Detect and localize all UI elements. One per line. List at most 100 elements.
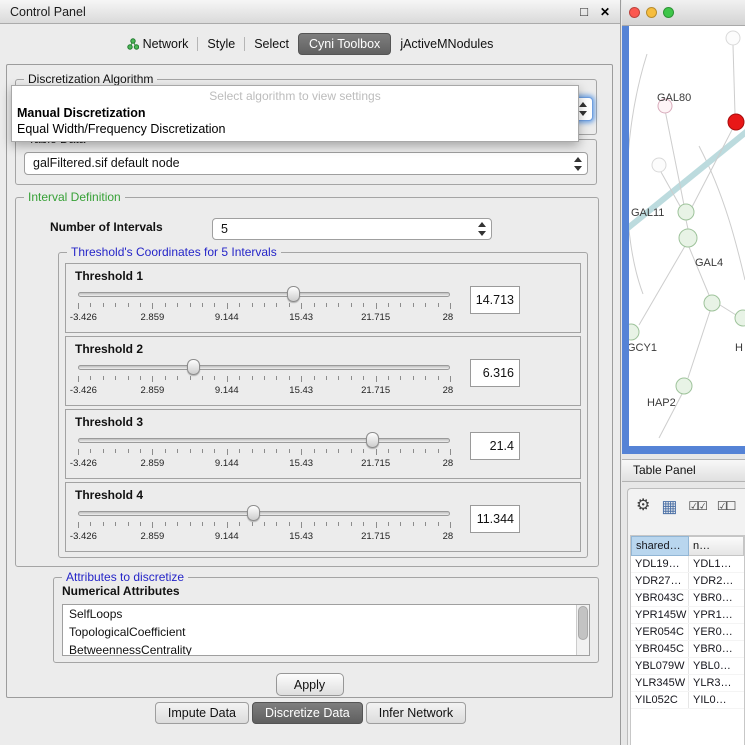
threshold-slider[interactable]: -3.4262.8599.14415.4321.71528 bbox=[72, 284, 464, 328]
network-edge[interactable] bbox=[639, 246, 685, 325]
table-row[interactable]: YDR27…YDR2… bbox=[631, 573, 744, 590]
dropdown-placeholder-option[interactable]: Select algorithm to view settings bbox=[12, 86, 578, 105]
interval-definition-title: Interval Definition bbox=[24, 190, 125, 204]
tab-impute-data[interactable]: Impute Data bbox=[155, 702, 249, 724]
numerical-attributes-list[interactable]: SelfLoopsTopologicalCoefficientBetweenne… bbox=[62, 604, 590, 656]
network-node[interactable] bbox=[726, 31, 740, 45]
apply-button[interactable]: Apply bbox=[276, 673, 344, 696]
network-node-label: HAP2 bbox=[647, 397, 676, 409]
columns-icon[interactable]: ▦ bbox=[661, 498, 677, 515]
table-row[interactable]: YER054CYER0… bbox=[631, 624, 744, 641]
scrollbar[interactable] bbox=[576, 605, 589, 655]
network-edge[interactable] bbox=[689, 247, 709, 295]
threshold-panel: Threshold 2 -3.4262.8599.14415.4321.7152… bbox=[65, 336, 581, 406]
attribute-list-item[interactable]: TopologicalCoefficient bbox=[63, 623, 589, 641]
slider-thumb-icon[interactable] bbox=[247, 505, 260, 521]
tab-separator bbox=[244, 37, 245, 51]
tab-cyni-toolbox[interactable]: Cyni Toolbox bbox=[298, 33, 391, 55]
slider-thumb-icon[interactable] bbox=[287, 286, 300, 302]
threshold-slider[interactable]: -3.4262.8599.14415.4321.71528 bbox=[72, 503, 464, 547]
network-node-label: GAL4 bbox=[695, 257, 723, 269]
table-row[interactable]: YPR145WYPR1… bbox=[631, 607, 744, 624]
network-node-label: H bbox=[735, 342, 743, 354]
attribute-list-item[interactable]: SelfLoops bbox=[63, 605, 589, 623]
threshold-value-box[interactable]: 14.713 bbox=[470, 286, 520, 314]
network-edge[interactable] bbox=[692, 126, 734, 207]
threshold-slider[interactable]: -3.4262.8599.14415.4321.71528 bbox=[72, 357, 464, 401]
cell-name: YBL0… bbox=[689, 658, 744, 674]
network-edge[interactable] bbox=[733, 45, 735, 114]
attribute-list-item[interactable]: BetweennessCentrality bbox=[63, 641, 589, 656]
cyni-bottom-tabbar: Impute DataDiscretize DataInfer Network bbox=[0, 702, 621, 724]
cell-shared-name: YDR27… bbox=[631, 573, 689, 589]
slider-ticks bbox=[78, 303, 450, 310]
threshold-panel: Threshold 1 -3.4262.8599.14415.4321.7152… bbox=[65, 263, 581, 333]
network-node[interactable] bbox=[678, 204, 694, 220]
algorithm-dropdown-list: Select algorithm to view settings Manual… bbox=[11, 85, 579, 142]
control-panel-titlebar[interactable]: Control Panel □ ✕ bbox=[0, 0, 620, 24]
threshold-label: Threshold 3 bbox=[72, 412, 574, 429]
clear-columns-icon[interactable]: ☑☐ bbox=[717, 500, 735, 512]
network-canvas[interactable]: GAL80GAL11GAL4GCY1HAP2H bbox=[629, 26, 745, 446]
number-of-intervals-combobox[interactable]: 5 bbox=[212, 218, 492, 240]
network-node[interactable] bbox=[735, 310, 745, 326]
slider-track[interactable] bbox=[78, 511, 450, 516]
network-edge[interactable] bbox=[720, 305, 736, 315]
network-node[interactable] bbox=[652, 158, 666, 172]
slider-thumb-icon[interactable] bbox=[187, 359, 200, 375]
column-header-name[interactable]: n… bbox=[689, 536, 744, 556]
network-edge[interactable] bbox=[686, 220, 688, 229]
network-node[interactable] bbox=[676, 378, 692, 394]
tab-select[interactable]: Select bbox=[247, 34, 296, 54]
tab-infer-network[interactable]: Infer Network bbox=[366, 702, 466, 724]
tab-separator bbox=[197, 37, 198, 51]
combo-arrows-icon[interactable] bbox=[571, 156, 584, 172]
slider-tick-labels: -3.4262.8599.14415.4321.71528 bbox=[78, 312, 450, 324]
network-node[interactable] bbox=[679, 229, 697, 247]
close-icon[interactable]: ✕ bbox=[600, 5, 610, 19]
gear-icon[interactable]: ⚙ bbox=[636, 498, 650, 514]
threshold-slider[interactable]: -3.4262.8599.14415.4321.71528 bbox=[72, 430, 464, 474]
network-edge[interactable] bbox=[688, 311, 710, 378]
select-all-columns-icon[interactable]: ☑☑ bbox=[688, 500, 706, 512]
slider-tick-labels: -3.4262.8599.14415.4321.71528 bbox=[78, 458, 450, 470]
network-edge[interactable] bbox=[629, 54, 647, 294]
tab-network[interactable]: Network bbox=[120, 34, 196, 54]
dropdown-option[interactable]: Equal Width/Frequency Discretization bbox=[12, 121, 578, 137]
close-traffic-light-icon[interactable] bbox=[629, 7, 640, 18]
maximize-icon[interactable]: □ bbox=[580, 5, 588, 18]
minimize-traffic-light-icon[interactable] bbox=[646, 7, 657, 18]
slider-track[interactable] bbox=[78, 292, 450, 297]
table-row[interactable]: YLR345WYLR3… bbox=[631, 675, 744, 692]
network-window-titlebar[interactable] bbox=[622, 0, 745, 26]
dropdown-option[interactable]: Manual Discretization bbox=[12, 105, 578, 121]
network-node[interactable] bbox=[629, 324, 639, 340]
slider-track[interactable] bbox=[78, 365, 450, 370]
threshold-coordinates-group: Threshold's Coordinates for 5 Intervals … bbox=[58, 252, 588, 558]
table-row[interactable]: YBL079WYBL0… bbox=[631, 658, 744, 675]
table-row[interactable]: YIL052CYIL0… bbox=[631, 692, 744, 709]
table-panel-header[interactable]: Table Panel bbox=[622, 459, 745, 482]
threshold-value-box[interactable]: 21.4 bbox=[470, 432, 520, 460]
network-node-label: GAL80 bbox=[657, 92, 691, 104]
number-of-intervals-label: Number of Intervals bbox=[50, 220, 163, 234]
network-node[interactable] bbox=[704, 295, 720, 311]
threshold-value-box[interactable]: 11.344 bbox=[470, 505, 520, 533]
table-data-combobox[interactable]: galFiltered.sif default node bbox=[24, 152, 588, 175]
scrollbar-thumb[interactable] bbox=[578, 606, 588, 640]
threshold-value-box[interactable]: 6.316 bbox=[470, 359, 520, 387]
table-row[interactable]: YBR043CYBR0… bbox=[631, 590, 744, 607]
slider-thumb-icon[interactable] bbox=[366, 432, 379, 448]
tab-jactivemnodules[interactable]: jActiveMNodules bbox=[393, 34, 500, 54]
combo-arrows-icon[interactable] bbox=[475, 221, 488, 237]
zoom-traffic-light-icon[interactable] bbox=[663, 7, 674, 18]
network-graph: GAL80GAL11GAL4GCY1HAP2H bbox=[629, 26, 745, 446]
network-node[interactable] bbox=[728, 114, 744, 130]
table-row[interactable]: YBR045CYBR0… bbox=[631, 641, 744, 658]
column-header-shared-name[interactable]: shared… bbox=[631, 536, 689, 556]
table-row[interactable]: YDL19…YDL1… bbox=[631, 556, 744, 573]
tab-label: Cyni Toolbox bbox=[309, 37, 380, 51]
slider-track[interactable] bbox=[78, 438, 450, 443]
tab-style[interactable]: Style bbox=[200, 34, 242, 54]
tab-discretize-data[interactable]: Discretize Data bbox=[252, 702, 363, 724]
